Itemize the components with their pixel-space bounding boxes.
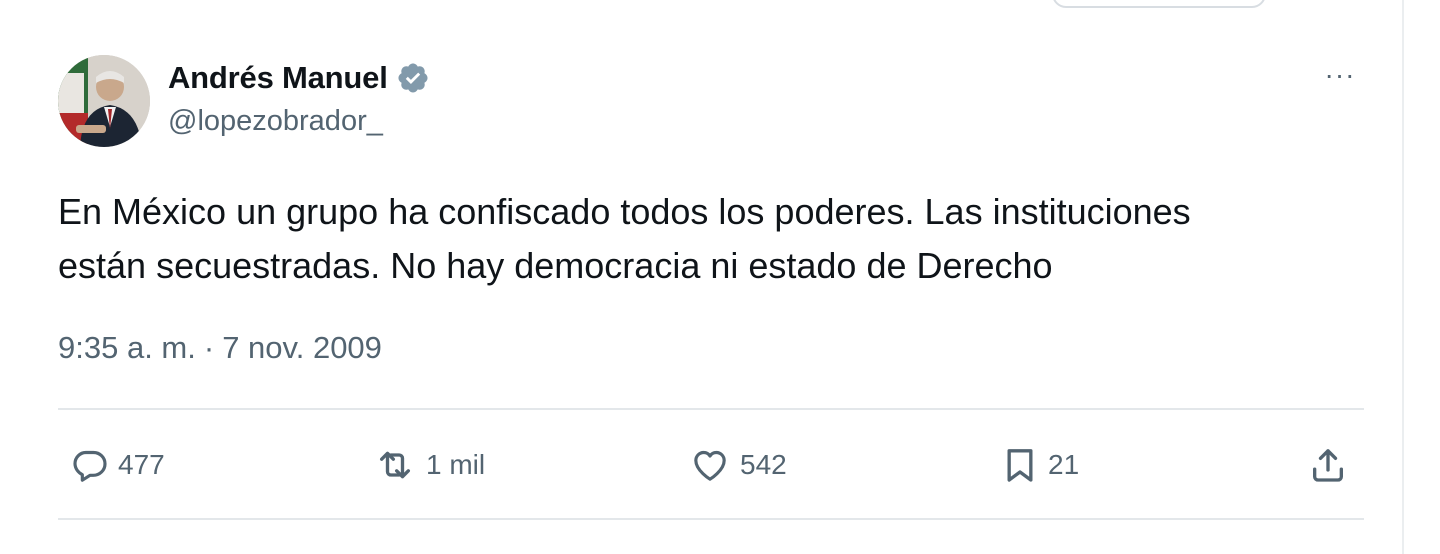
avatar-photo [58, 55, 150, 147]
like-count: 542 [740, 449, 787, 480]
verified-badge-icon[interactable] [396, 61, 430, 95]
follow-button-edge[interactable] [1052, 0, 1266, 8]
tweet-timestamp[interactable]: 9:35 a. m. · 7 nov. 2009 [58, 330, 382, 366]
author-name-row[interactable]: Andrés Manuel [168, 58, 430, 98]
reply-count: 477 [118, 449, 165, 480]
tweet-date[interactable]: 7 nov. 2009 [222, 330, 382, 366]
more-icon[interactable]: ··· [1318, 59, 1362, 90]
reply-icon [73, 450, 107, 482]
heart-icon [694, 450, 726, 481]
card-border [1402, 0, 1404, 554]
user-handle[interactable]: @lopezobrador_ [168, 105, 383, 138]
share-button[interactable] [1308, 445, 1348, 485]
display-name[interactable]: Andrés Manuel [168, 60, 388, 96]
bookmark-button[interactable]: 21 [1000, 445, 1079, 485]
retweet-count: 1 mil [426, 449, 486, 480]
divider [58, 518, 1364, 520]
tweet-text-line-1: En México un grupo ha confiscado todos l… [58, 191, 1191, 232]
tweet-text: En México un grupo ha confiscado todos l… [58, 185, 1378, 293]
divider [58, 408, 1364, 410]
bookmark-count: 21 [1048, 449, 1080, 480]
meta-separator: · [203, 330, 215, 365]
retweet-icon [379, 451, 410, 479]
share-icon [1313, 449, 1343, 482]
reply-button[interactable]: 477 [70, 445, 165, 485]
avatar[interactable] [58, 55, 150, 147]
tweet-text-line-2: están secuestradas. No hay democracia ni… [58, 245, 1053, 286]
retweet-button[interactable]: 1 mil [372, 445, 485, 485]
tweet-card: Andrés Manuel @lopezobrador_ ··· En Méxi… [0, 0, 1440, 554]
bookmark-icon [1007, 449, 1033, 482]
like-button[interactable]: 542 [688, 445, 787, 485]
tweet-time[interactable]: 9:35 a. m. [58, 330, 196, 366]
